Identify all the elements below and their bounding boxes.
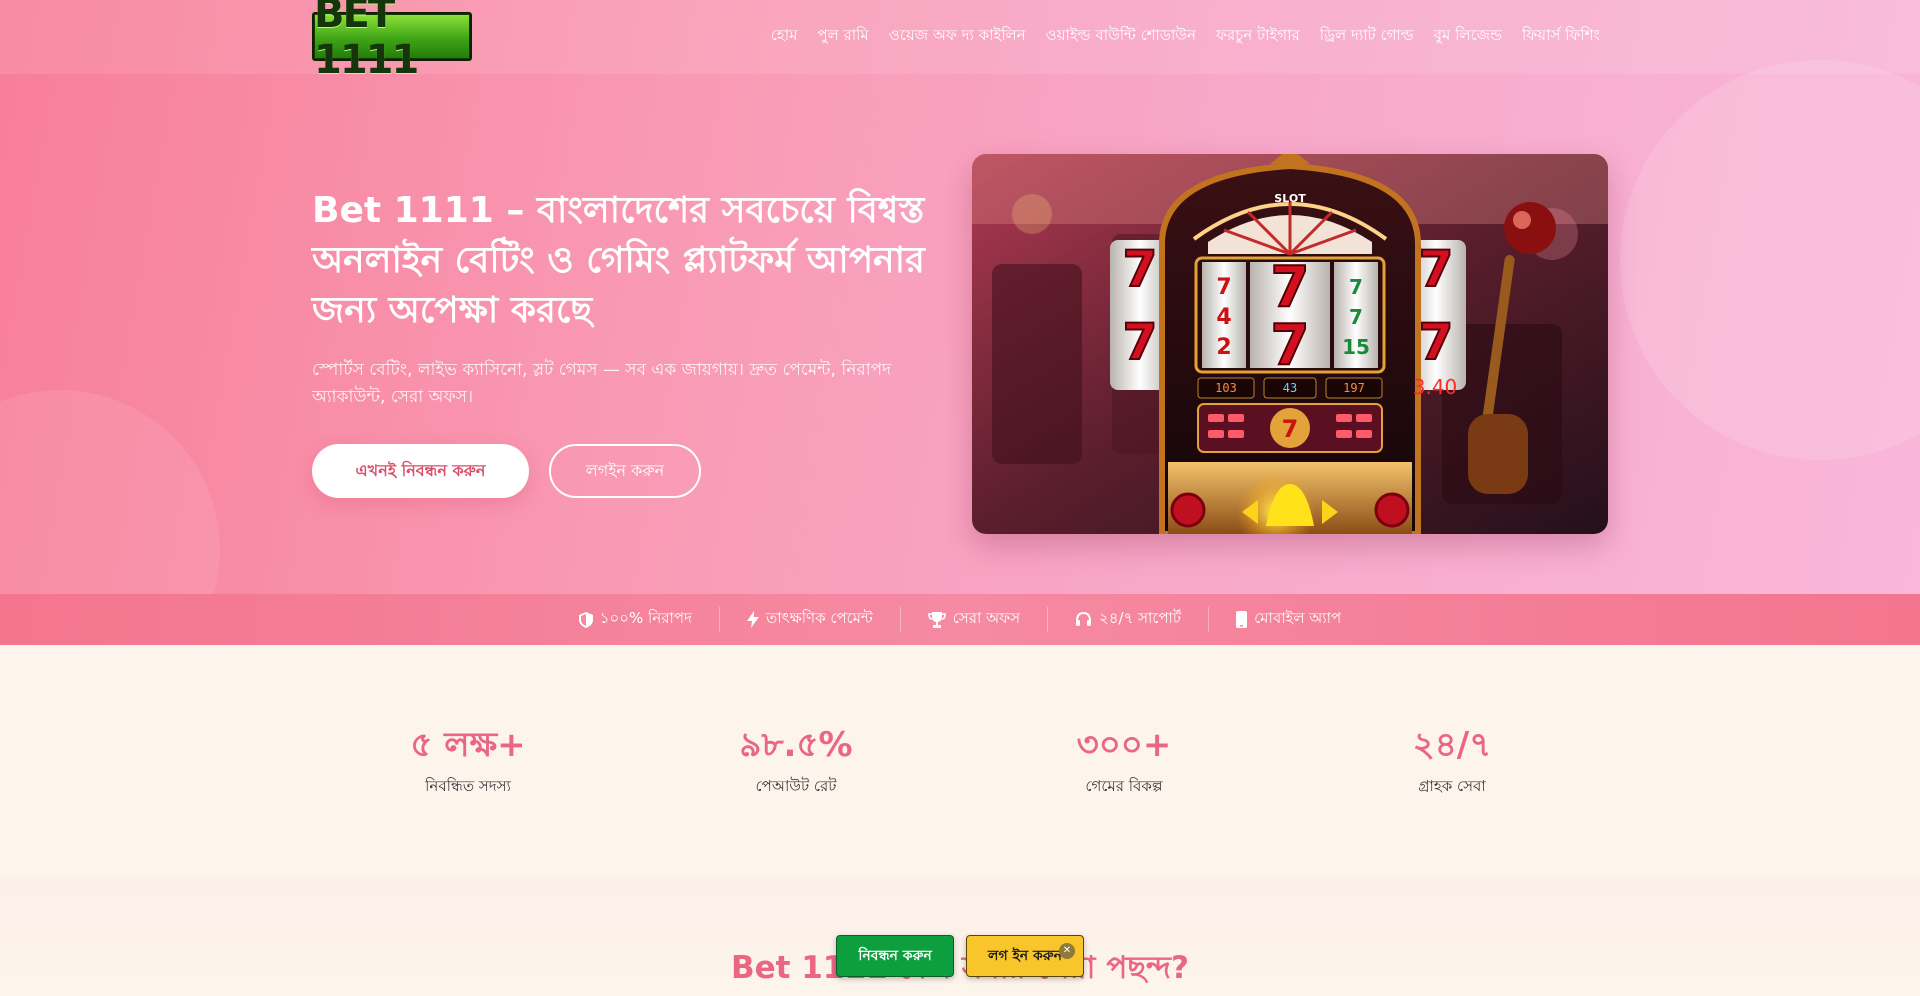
decorative-circle	[1620, 60, 1920, 460]
svg-text:7: 7	[1282, 415, 1299, 443]
nav-item-wild-bounty-showdown[interactable]: ওয়াইল্ড বাউন্টি শোডাউন	[1046, 24, 1196, 49]
svg-text:2: 2	[1216, 335, 1231, 360]
stats-section: ৫ লক্ষ+ নিবন্ধিত সদস্য ৯৮.৫% পেআউট রেট ৩…	[0, 645, 1920, 877]
svg-text:7: 7	[1419, 313, 1454, 371]
feature-label: মোবাইল অ্যাপ	[1254, 609, 1342, 627]
stat-label: গেমের বিকল্প	[1085, 777, 1163, 795]
svg-text:7: 7	[1123, 313, 1158, 371]
stat-value: ২৪/৭	[1412, 725, 1492, 765]
nav-item-home[interactable]: হোম	[771, 24, 798, 49]
site-logo[interactable]: BET 1111	[312, 0, 472, 83]
feature-label: ২৪/৭ সাপোর্ট	[1099, 609, 1182, 627]
feature-support: ২৪/৭ সাপোর্ট	[1047, 607, 1208, 632]
main-nav: হোম পুল রামি ওয়েজ অফ দ্য কাইলিন ওয়াইল্…	[760, 24, 1600, 49]
feature-mobile-app: মোবাইল অ্যাপ	[1208, 607, 1368, 632]
close-icon[interactable]: ✕	[1059, 943, 1075, 959]
register-now-button[interactable]: এখনই নিবন্ধন করুন	[312, 444, 529, 498]
feature-instant-payment: তাৎক্ষণিক পেমেন্ট	[718, 607, 900, 632]
decorative-circle	[0, 390, 220, 594]
svg-text:7: 7	[1349, 275, 1363, 299]
nav-item-fortune-tiger[interactable]: ফরচুন টাইগার	[1216, 24, 1300, 49]
hero-title: Bet 1111 – বাংলাদেশের সবচেয়ে বিশ্বস্ত অ…	[312, 190, 925, 331]
svg-text:7: 7	[1419, 240, 1454, 298]
trophy-icon	[927, 611, 946, 628]
feature-label: তাৎক্ষণিক পেমেন্ট	[765, 609, 873, 627]
svg-text:15: 15	[1342, 335, 1370, 359]
hero-subtitle: স্পোর্টস বেটিং, লাইভ ক্যাসিনো, স্লট গেমস…	[312, 360, 892, 407]
nav-item-pool-rummy[interactable]: পুল রামি	[817, 24, 868, 49]
stat-game-options: ৩০০+ গেমের বিকল্প	[959, 725, 1289, 800]
svg-text:SLOT: SLOT	[1274, 192, 1306, 205]
svg-text:7: 7	[1271, 313, 1310, 378]
svg-text:4: 4	[1216, 305, 1231, 330]
site-header: BET 1111 হোম পুল রামি ওয়েজ অফ দ্য কাইলি…	[0, 0, 1920, 83]
feature-label: ১০০% নিরাপদ	[599, 609, 692, 627]
svg-text:7: 7	[1271, 255, 1310, 320]
stat-value: ৫ লক্ষ+	[410, 725, 526, 765]
stat-label: পেআউট রেট	[755, 777, 837, 795]
stat-payout-rate: ৯৮.৫% পেআউট রেট	[631, 725, 961, 800]
headset-icon	[1076, 611, 1092, 626]
features-bar: ১০০% নিরাপদ তাৎক্ষণিক পেমেন্ট সেরা অফস ২…	[0, 594, 1920, 645]
svg-text:7: 7	[1349, 305, 1363, 329]
stat-label: নিবন্ধিত সদস্য	[425, 777, 511, 795]
feature-safe: ১০০% নিরাপদ	[552, 607, 719, 632]
stat-members: ৫ লক্ষ+ নিবন্ধিত সদস্য	[303, 725, 633, 800]
mobile-icon	[1236, 611, 1248, 628]
slot-machine-image: 7 7 7 7 SLOT 7 4 2 7 7 7 7 15 103 43 197…	[972, 154, 1608, 534]
svg-text:3.40: 3.40	[1413, 375, 1458, 399]
login-button[interactable]: লগইন করুন	[549, 444, 701, 498]
svg-text:7: 7	[1216, 275, 1231, 300]
svg-text:103: 103	[1215, 381, 1237, 395]
shield-icon	[578, 611, 593, 628]
svg-text:43: 43	[1283, 381, 1297, 395]
sticky-register-button[interactable]: নিবন্ধন করুন	[836, 935, 954, 977]
nav-item-boom-legend[interactable]: বুম লিজেন্ড	[1434, 24, 1502, 49]
section-title: Bet 1111 কেন সবার সেরা পছন্দ?	[730, 950, 1190, 986]
feature-label: সেরা অফস	[952, 609, 1021, 627]
svg-text:7: 7	[1123, 240, 1158, 298]
feature-best-offers: সেরা অফস	[899, 607, 1047, 632]
hero-section: BET 1111 হোম পুল রামি ওয়েজ অফ দ্য কাইলি…	[0, 0, 1920, 594]
nav-item-drill-that-gold[interactable]: ড্রিল দ্যাট গোল্ড	[1320, 24, 1414, 49]
svg-text:197: 197	[1343, 381, 1365, 395]
stat-label: গ্রাহক সেবা	[1418, 777, 1486, 795]
stat-value: ৩০০+	[1076, 725, 1172, 765]
stat-customer-service: ২৪/৭ গ্রাহক সেবা	[1287, 725, 1617, 800]
stat-value: ৯৮.৫%	[739, 725, 853, 765]
nav-item-fierce-fishing[interactable]: ফিয়ার্স ফিশিং	[1522, 24, 1600, 49]
bolt-icon	[746, 611, 759, 628]
nav-item-ways-of-the-qilin[interactable]: ওয়েজ অফ দ্য কাইলিন	[889, 24, 1026, 49]
